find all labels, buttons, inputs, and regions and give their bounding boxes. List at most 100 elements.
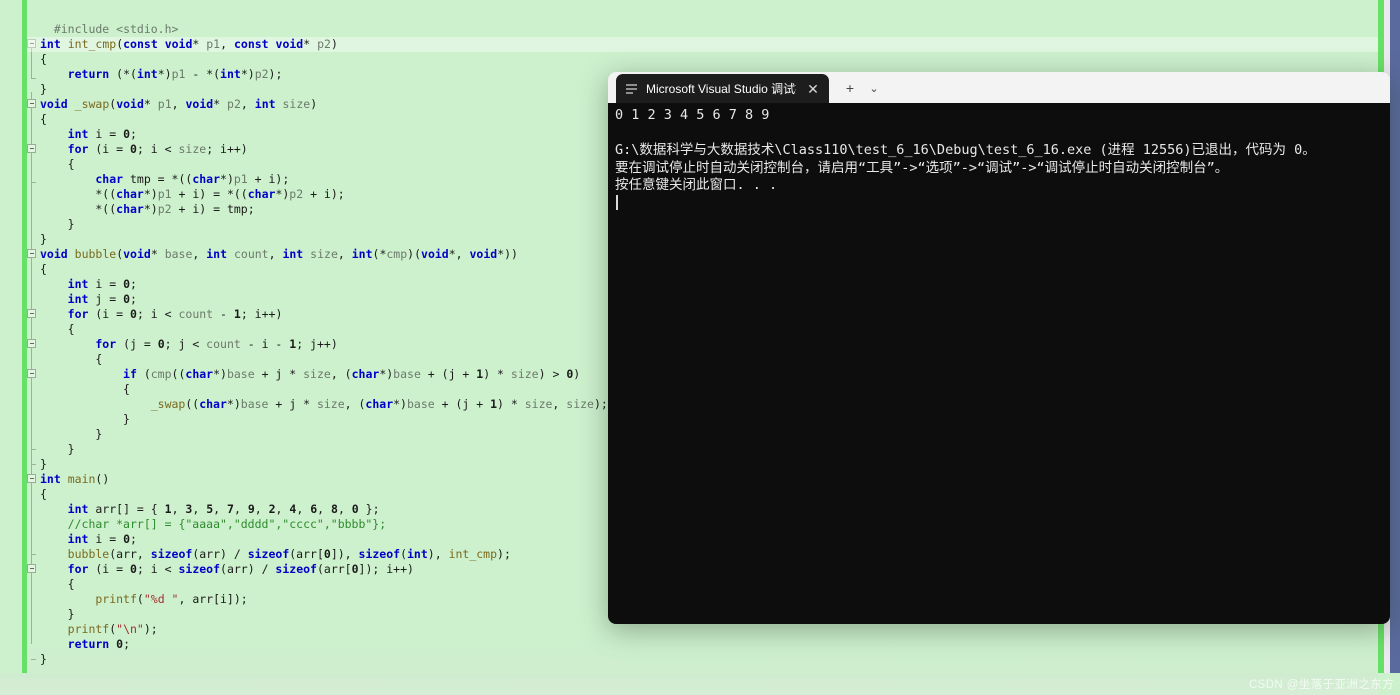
code-token: , ( — [344, 397, 366, 411]
code-token: } — [123, 412, 130, 426]
code-token: for — [67, 307, 89, 321]
code-token: * — [150, 247, 165, 261]
code-token: 0 — [130, 307, 137, 321]
collapse-toggle-icon[interactable] — [27, 144, 36, 153]
code-token: char — [95, 172, 124, 186]
code-token: , arr[i]); — [178, 592, 248, 606]
code-token: 7 — [227, 502, 234, 516]
code-token: size — [178, 142, 207, 156]
code-token: + i); — [247, 172, 290, 186]
close-icon[interactable]: ✕ — [803, 82, 823, 96]
code-token: ); — [268, 67, 283, 81]
collapse-toggle-icon[interactable] — [27, 564, 36, 573]
code-token: int — [67, 277, 89, 291]
console-output-text: 0 1 2 3 4 5 6 7 8 9 G:\数据科学与大数据技术\Class1… — [615, 107, 1316, 193]
code-line: { — [40, 262, 47, 277]
code-token: int — [220, 67, 241, 81]
code-token: int — [206, 247, 228, 261]
code-line: } — [123, 412, 130, 427]
code-line: { — [68, 577, 75, 592]
code-token: 8 — [331, 502, 338, 516]
code-token: int — [254, 97, 276, 111]
code-token: 1 — [490, 397, 498, 411]
console-tab[interactable]: Microsoft Visual Studio 调试控 ✕ — [616, 74, 829, 103]
scrollbar-thumb[interactable] — [1390, 0, 1400, 673]
code-token: arr[] = { — [88, 502, 165, 516]
code-token: tmp = *(( — [123, 172, 193, 186]
code-token: *) — [213, 367, 227, 381]
code-token: , — [240, 97, 255, 111]
code-token: ); — [497, 547, 511, 561]
code-token: const — [123, 37, 158, 51]
code-token: { — [40, 262, 47, 276]
console-output-area[interactable]: 0 1 2 3 4 5 6 7 8 9 G:\数据科学与大数据技术\Class1… — [608, 103, 1390, 624]
code-token: 1 — [164, 502, 172, 516]
code-token: ) > — [538, 367, 567, 381]
code-token: (j = — [116, 337, 158, 351]
code-token: int — [407, 547, 428, 561]
code-token: *) — [220, 172, 234, 186]
code-token: cmp — [150, 367, 172, 381]
code-token: return — [67, 637, 110, 651]
code-token: *) — [143, 187, 158, 201]
code-token: { — [67, 322, 75, 336]
code-line: int i = 0; — [68, 277, 137, 292]
outline-guide-line — [31, 479, 32, 569]
code-token: void — [469, 247, 498, 261]
collapse-toggle-icon[interactable] — [27, 339, 36, 348]
code-token: *(( — [95, 187, 117, 201]
code-token: count — [206, 337, 241, 351]
code-token: ( — [400, 547, 407, 561]
debug-console-window[interactable]: Microsoft Visual Studio 调试控 ✕ + ⌄ 0 1 2 … — [608, 72, 1390, 624]
code-token: #include <stdio.h> — [53, 22, 179, 36]
code-line: return (*(int*)p1 - *(int*)p2); — [68, 67, 283, 82]
code-token: _swap — [74, 97, 110, 111]
code-token: (( — [185, 397, 200, 411]
code-token: p1 — [157, 187, 172, 201]
code-token: ; j++) — [296, 337, 338, 351]
console-tab-strip[interactable]: Microsoft Visual Studio 调试控 ✕ + ⌄ — [608, 72, 1390, 103]
console-text-caret — [616, 194, 618, 210]
code-token: , — [171, 97, 186, 111]
code-token: int — [282, 247, 304, 261]
code-line: *((char*)p1 + i) = *((char*)p2 + i); — [95, 187, 344, 202]
code-token: int_cmp — [448, 547, 498, 561]
code-token: ) — [310, 97, 318, 111]
code-token: p2 — [157, 202, 172, 216]
collapse-toggle-icon[interactable] — [27, 369, 36, 378]
code-line: bubble(arr, sizeof(arr) / sizeof(arr[0])… — [68, 547, 511, 562]
collapse-toggle-icon[interactable] — [27, 249, 36, 258]
code-token: - — [213, 307, 234, 321]
code-token: void — [123, 247, 151, 261]
code-token: void — [40, 97, 68, 111]
code-line: { — [40, 487, 47, 502]
code-token: p2 — [254, 67, 269, 81]
code-token: + j * — [254, 367, 304, 381]
collapse-toggle-icon[interactable] — [27, 309, 36, 318]
code-line: } — [68, 442, 75, 457]
code-token: for — [67, 562, 89, 576]
chevron-down-icon[interactable]: ⌄ — [860, 76, 888, 100]
code-line: } — [68, 607, 75, 622]
collapse-toggle-icon[interactable] — [27, 99, 36, 108]
code-token: int — [67, 502, 89, 516]
code-token: , — [275, 502, 290, 516]
collapse-toggle-icon[interactable] — [27, 474, 36, 483]
code-line: } — [40, 82, 47, 97]
code-token: , — [296, 502, 311, 516]
code-token: ]), — [330, 547, 359, 561]
code-token: base — [164, 247, 193, 261]
code-token: - i - — [240, 337, 290, 351]
code-token: char — [192, 172, 221, 186]
code-token: ]); i++) — [358, 562, 414, 576]
code-token: 0 — [123, 292, 131, 306]
code-token: void — [116, 97, 144, 111]
outline-end-cap — [31, 78, 36, 79]
code-token: i = — [88, 127, 124, 141]
outline-guide-line — [31, 569, 32, 644]
code-token: return — [67, 67, 110, 81]
code-token: ; i++) — [206, 142, 248, 156]
code-token: p1 — [171, 67, 186, 81]
